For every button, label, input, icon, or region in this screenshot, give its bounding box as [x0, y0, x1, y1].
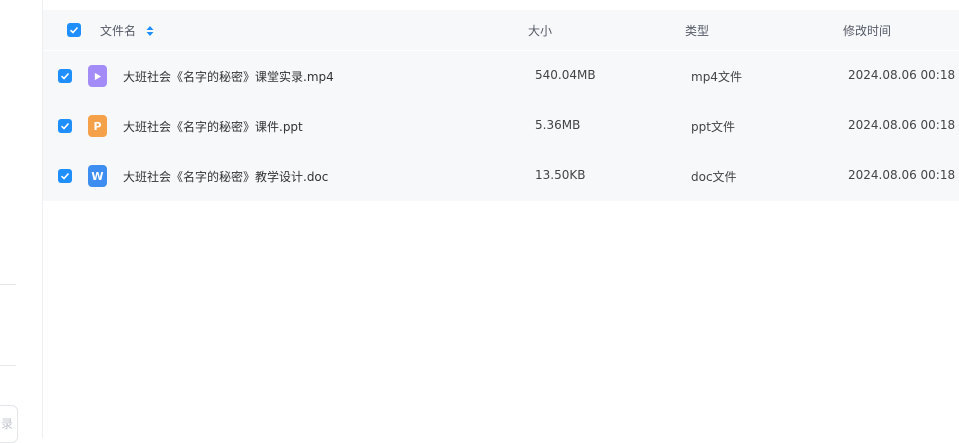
left-panel: 录 [0, 0, 43, 443]
left-panel-clipped-button-label: 录 [0, 417, 13, 431]
select-all-checkbox[interactable] [67, 23, 81, 37]
word-file-icon: W [88, 165, 107, 187]
file-type: ppt文件 [691, 120, 735, 134]
file-name[interactable]: 大班社会《名字的秘密》教学设计.doc [123, 168, 328, 185]
row-checkbox[interactable] [58, 169, 72, 183]
row-checkbox[interactable] [58, 69, 72, 83]
ppt-icon-glyph: P [93, 119, 102, 133]
check-icon [60, 122, 70, 130]
file-name[interactable]: 大班社会《名字的秘密》课堂实录.mp4 [123, 68, 334, 85]
left-panel-divider [0, 365, 16, 366]
file-modified: 2024.08.06 00:18 [848, 168, 956, 182]
file-modified: 2024.08.06 00:18 [848, 118, 956, 132]
table-row[interactable]: W 大班社会《名字的秘密》教学设计.doc 13.50KB doc文件 2024… [43, 151, 959, 201]
column-header-name[interactable]: 文件名 [100, 22, 136, 39]
file-type: doc文件 [691, 170, 737, 184]
left-panel-divider [0, 284, 16, 285]
table-row[interactable]: 大班社会《名字的秘密》课堂实录.mp4 540.04MB mp4文件 2024.… [43, 51, 959, 101]
sort-icon[interactable] [146, 26, 154, 36]
column-header-type[interactable]: 类型 [685, 22, 709, 39]
check-icon [60, 72, 70, 80]
column-header-size[interactable]: 大小 [528, 22, 552, 39]
table-row[interactable]: P 大班社会《名字的秘密》课件.ppt 5.36MB ppt文件 2024.08… [43, 101, 959, 151]
row-checkbox[interactable] [58, 119, 72, 133]
check-icon [60, 172, 70, 180]
file-type: mp4文件 [691, 70, 742, 84]
file-size: 540.04MB [535, 68, 596, 82]
file-table-header: 文件名 大小 类型 修改时间 [43, 10, 959, 50]
file-modified: 2024.08.06 00:18 [848, 68, 956, 82]
left-panel-clipped-button[interactable]: 录 [0, 405, 18, 443]
ppt-file-icon: P [88, 115, 107, 137]
play-icon [94, 72, 102, 80]
file-size: 5.36MB [535, 118, 581, 132]
file-name[interactable]: 大班社会《名字的秘密》课件.ppt [123, 118, 303, 135]
word-icon-glyph: W [91, 169, 104, 183]
check-icon [69, 26, 79, 34]
file-size: 13.50KB [535, 168, 586, 182]
video-file-icon [88, 65, 107, 87]
column-header-modified[interactable]: 修改时间 [843, 22, 891, 39]
